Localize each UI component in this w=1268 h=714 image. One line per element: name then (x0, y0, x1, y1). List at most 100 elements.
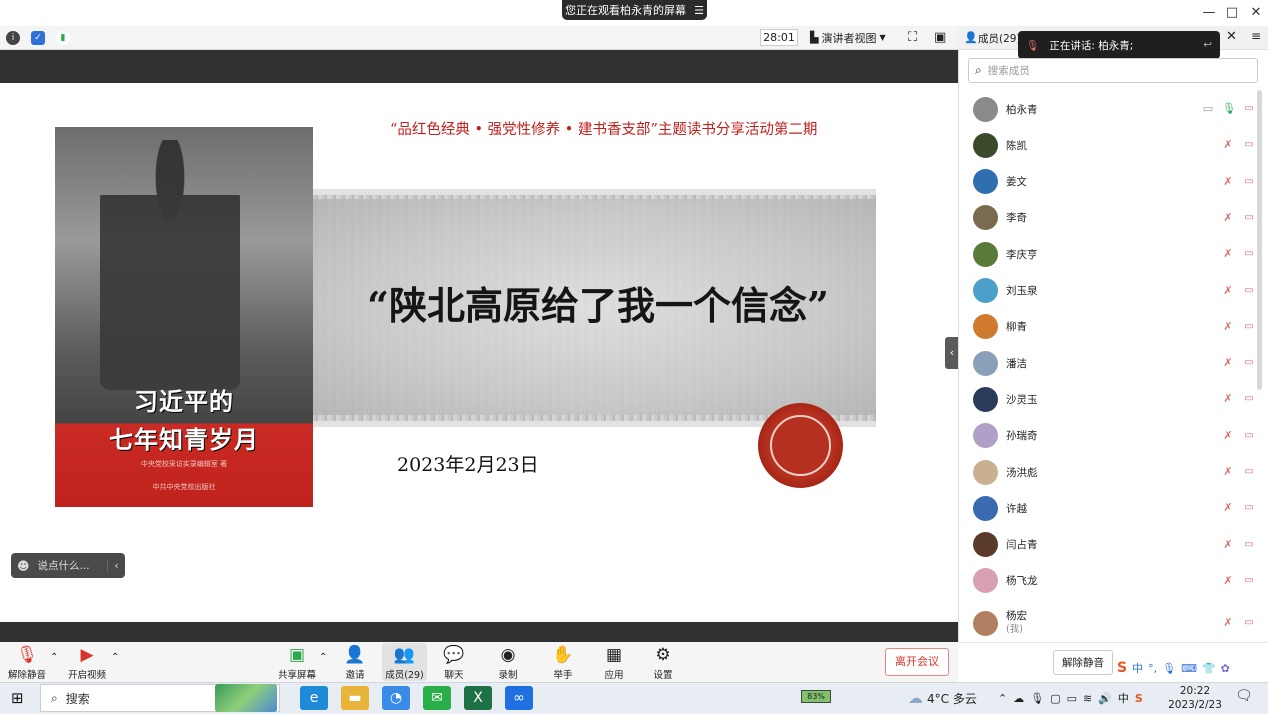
chevron-up-icon[interactable]: ⌃ (998, 692, 1007, 705)
mic-off-icon[interactable]: ✗ (1222, 538, 1234, 551)
mic-off-icon[interactable]: ✗ (1222, 175, 1234, 188)
mic-off-icon[interactable]: ✗ (1222, 429, 1234, 442)
close-button[interactable]: ✕ (1245, 3, 1267, 23)
chevron-up-icon[interactable]: ⌃ (319, 652, 327, 663)
ime-chinese-icon[interactable]: 中 (1132, 660, 1143, 676)
camera-off-icon[interactable]: ▭ (1242, 539, 1256, 551)
member-row[interactable]: 潘洁 ✗ ▭ (958, 345, 1258, 381)
windows-start-icon[interactable]: ⊞ (11, 689, 24, 707)
cloud-icon[interactable]: ☁ (1013, 692, 1024, 705)
chat-button[interactable]: 💬 聊天 (436, 643, 472, 681)
camera-off-icon[interactable]: ▭ (1242, 617, 1256, 629)
camera-off-icon[interactable]: ▭ (1242, 248, 1256, 260)
camera-off-icon[interactable]: ▭ (1242, 321, 1256, 333)
mic-on-icon[interactable]: 🎙 (1222, 103, 1236, 115)
notification-icon[interactable]: 🗨 (1235, 688, 1253, 704)
taskbar-clock[interactable]: 20:22 2023/2/23 (1165, 684, 1225, 712)
camera-off-icon[interactable]: ▭ (1242, 393, 1256, 405)
raise-hand-button[interactable]: ✋ 举手 (545, 643, 581, 681)
edge-icon[interactable]: e (300, 686, 328, 710)
mic-off-icon[interactable]: ✗ (1222, 574, 1234, 587)
microphone-icon[interactable]: 🎙 (1030, 692, 1044, 705)
member-row[interactable]: 陈凯 ✗ ▭ (958, 127, 1258, 163)
volume-icon[interactable]: 🔊 (1098, 692, 1112, 705)
members-button[interactable]: 👥 成员(29) (382, 643, 427, 681)
share-screen-button[interactable]: ▣ 共享屏幕 (276, 643, 318, 681)
minimize-button[interactable]: — (1198, 3, 1220, 23)
settings-button[interactable]: ⚙ 设置 (645, 643, 681, 681)
camera-off-icon[interactable]: ▭ (1242, 212, 1256, 224)
camera-off-icon[interactable]: ▭ (1242, 176, 1256, 188)
member-row[interactable]: 柳青 ✗ ▭ (958, 309, 1258, 345)
unmute-button[interactable]: 🎙 解除静音 (6, 643, 48, 681)
tencent-meeting-icon[interactable]: ∞ (505, 686, 533, 710)
signal-icon[interactable]: ▮ (56, 31, 70, 45)
camera-off-icon[interactable]: ▭ (1242, 575, 1256, 587)
view-mode-dropdown[interactable]: ▙ 演讲者视图 ▼ (810, 29, 896, 46)
collapse-panel-handle[interactable]: ‹ (945, 337, 959, 369)
battery-icon[interactable]: ▭ (1067, 692, 1077, 705)
info-icon[interactable]: i (6, 31, 20, 45)
member-row[interactable]: 李奇 ✗ ▭ (958, 200, 1258, 236)
excel-icon[interactable]: X (464, 686, 492, 710)
camera-off-icon[interactable]: ▭ (1242, 285, 1256, 297)
mic-off-icon[interactable]: ✗ (1222, 211, 1234, 224)
member-row[interactable]: 杨飞龙 ✗ ▭ (958, 563, 1258, 599)
shield-icon[interactable]: ✓ (31, 31, 45, 45)
chevron-left-icon[interactable]: ‹ (107, 559, 125, 572)
ime-icon[interactable]: 中 (1118, 690, 1129, 706)
battery-indicator[interactable]: 83% (801, 690, 831, 703)
apps-icon[interactable]: ✿ (1221, 662, 1230, 675)
mic-off-icon[interactable]: ✗ (1222, 357, 1234, 369)
close-panel-icon[interactable]: ✕ (1226, 29, 1237, 44)
punctuation-icon[interactable]: °, (1148, 662, 1157, 675)
wifi-icon[interactable]: ≋ (1083, 692, 1092, 705)
member-row[interactable]: 刘玉泉 ✗ ▭ (958, 273, 1258, 309)
camera-off-icon[interactable]: ▭ (1242, 430, 1256, 442)
member-row[interactable]: 闫占青 ✗ ▭ (958, 527, 1258, 563)
fullscreen-icon[interactable]: ⛶ (908, 30, 917, 45)
mic-off-icon[interactable]: ✗ (1222, 139, 1234, 151)
apps-button[interactable]: ▦ 应用 (596, 643, 632, 681)
member-row[interactable]: 汤洪彪 ✗ ▭ (958, 454, 1258, 490)
member-row[interactable]: 李庆亨 ✗ ▭ (958, 236, 1258, 272)
member-list-scrollbar[interactable] (1257, 90, 1262, 390)
camera-off-icon[interactable]: ▭ (1242, 357, 1256, 369)
sogou-icon[interactable]: S (1117, 660, 1127, 676)
wechat-icon[interactable]: ✉ (423, 686, 451, 710)
mic-off-icon[interactable]: ✗ (1222, 617, 1234, 629)
camera-off-icon[interactable]: ▭ (1242, 103, 1256, 115)
mic-off-icon[interactable]: ✗ (1222, 466, 1234, 478)
member-row[interactable]: 许越 ✗ ▭ (958, 490, 1258, 526)
unmute-all-button[interactable]: 解除静音 (1053, 650, 1113, 675)
emoji-icon[interactable]: ☻ (17, 559, 30, 573)
member-search-input[interactable]: ⌕ 搜索成员 (968, 58, 1258, 83)
mic-icon[interactable]: 🎙 (1162, 662, 1176, 675)
tablet-icon[interactable]: ▢ (1050, 692, 1060, 705)
mic-off-icon[interactable]: ✗ (1222, 248, 1234, 260)
menu-icon[interactable]: ≡ (1251, 29, 1261, 43)
camera-off-icon[interactable]: ▭ (1242, 139, 1256, 151)
invite-button[interactable]: 👤 邀请 (336, 643, 374, 681)
member-row[interactable]: 姜文 ✗ ▭ (958, 164, 1258, 200)
sogou-icon[interactable]: S (1135, 692, 1143, 705)
camera-off-icon[interactable]: ▭ (1242, 466, 1256, 478)
reply-icon[interactable]: ↩ (1203, 39, 1212, 51)
meeting-app-icon[interactable]: ◔ (382, 686, 410, 710)
mic-off-icon[interactable]: ✗ (1222, 393, 1234, 405)
mic-off-icon[interactable]: ✗ (1222, 502, 1234, 514)
chevron-up-icon[interactable]: ⌃ (50, 652, 58, 663)
restore-button[interactable]: □ (1221, 3, 1243, 23)
skin-icon[interactable]: 👕 (1202, 662, 1216, 675)
mic-off-icon[interactable]: ✗ (1222, 320, 1234, 333)
leave-meeting-button[interactable]: 离开会议 (885, 648, 949, 676)
sidebar-toggle-icon[interactable]: ▣ (934, 30, 946, 45)
member-self[interactable]: 杨宏 (我) ✗ ▭ (958, 605, 1258, 641)
keyboard-icon[interactable]: ⌨ (1181, 662, 1197, 675)
camera-off-icon[interactable]: ▭ (1242, 502, 1256, 514)
member-row[interactable]: 沙灵玉 ✗ ▭ (958, 381, 1258, 417)
member-row[interactable]: 孙瑞奇 ✗ ▭ (958, 418, 1258, 454)
weather-widget[interactable]: ☁ 4°C 多云 (908, 686, 998, 710)
file-explorer-icon[interactable]: ▬ (341, 686, 369, 710)
quick-chat-input[interactable]: ☻ 说点什么... ‹ (11, 553, 125, 578)
